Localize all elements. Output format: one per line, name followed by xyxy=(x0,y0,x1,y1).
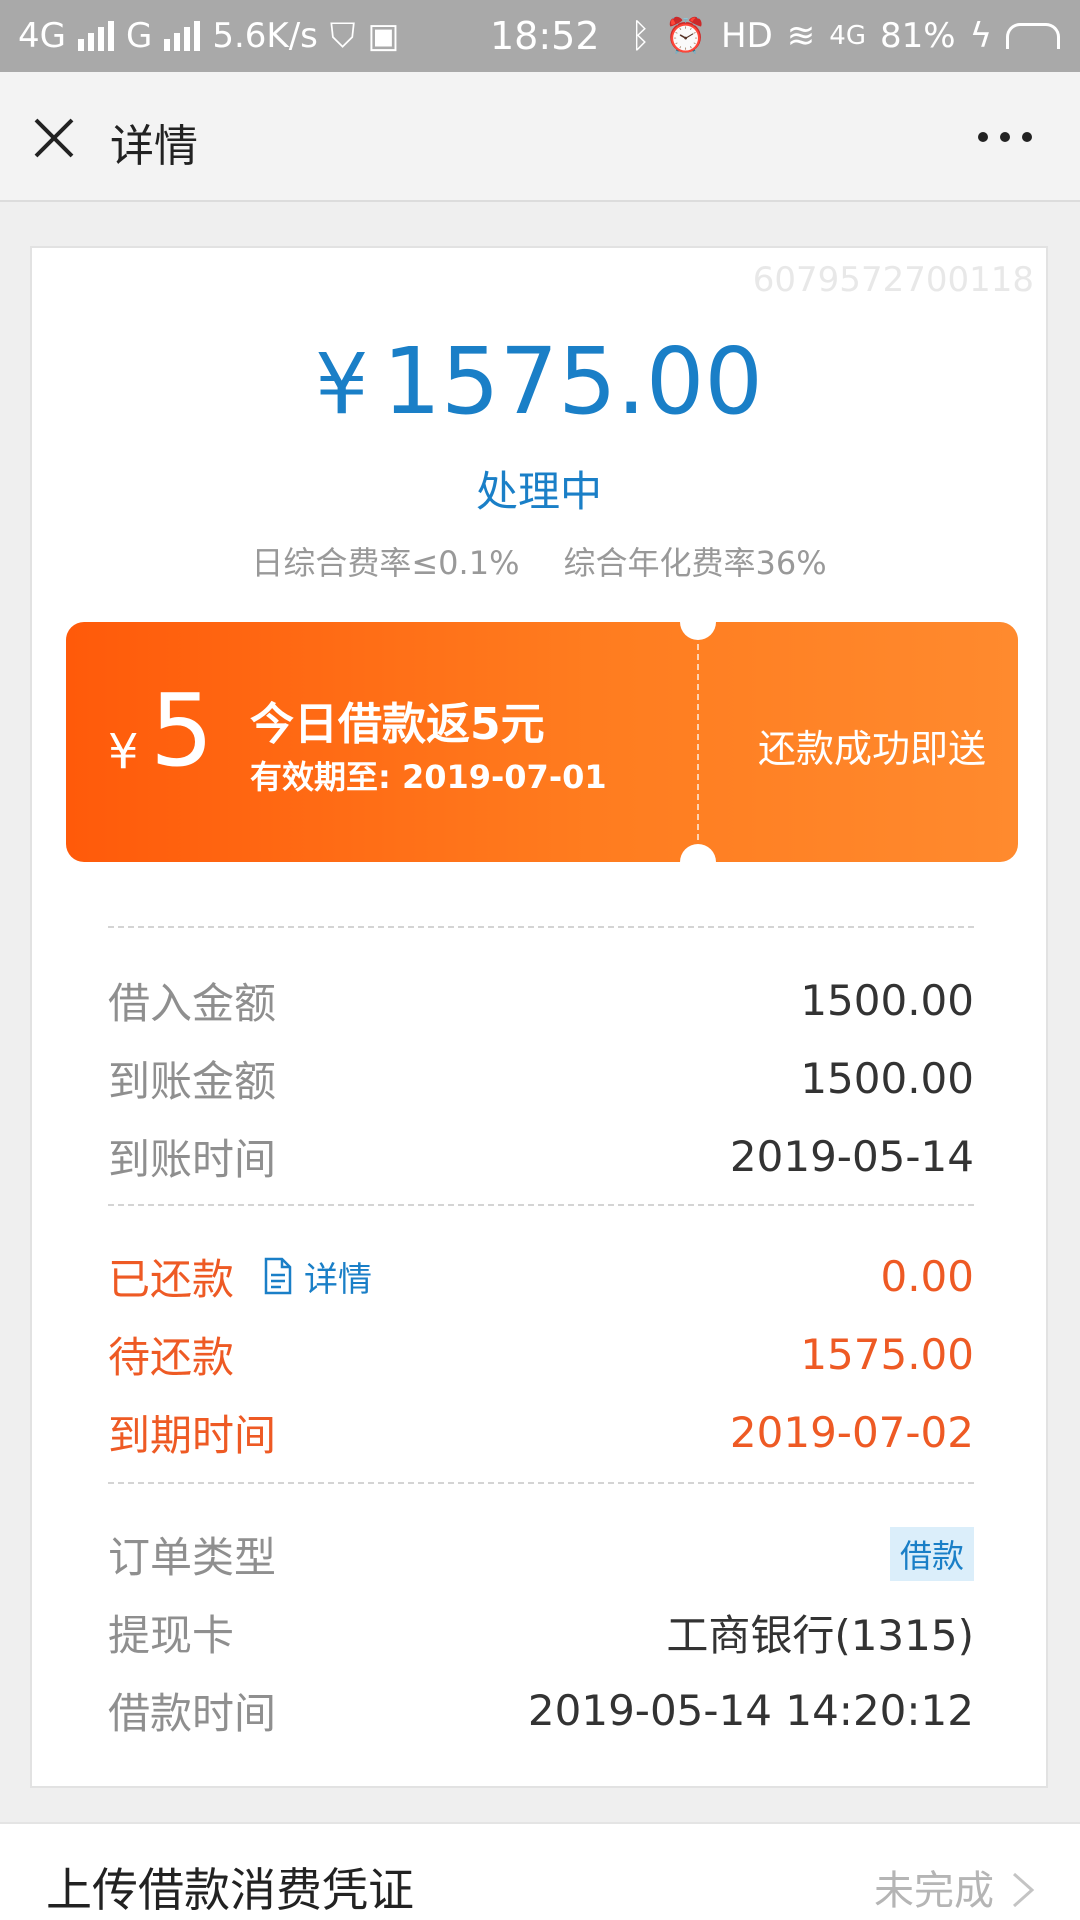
battery-level: 81% xyxy=(879,16,956,56)
daily-rate: 日综合费率≤0.1% xyxy=(251,544,520,582)
network-4g: 4G xyxy=(829,21,866,51)
row-label: 借入金额 xyxy=(108,978,277,1028)
row-value: 工商银行(1315) xyxy=(666,1610,974,1660)
repay-detail-link[interactable]: 详情 xyxy=(264,1252,372,1301)
document-icon xyxy=(264,1257,292,1295)
order-type-row: 订单类型 借款 xyxy=(108,1522,974,1586)
row-value: 2019-05-14 14:20:12 xyxy=(527,1685,974,1735)
order-type-tag: 借款 xyxy=(889,1527,974,1581)
row-value: 1500.00 xyxy=(800,975,974,1025)
loan-status: 处理中 xyxy=(475,467,602,516)
page-title: 详情 xyxy=(110,121,198,172)
row-label: 到期时间 xyxy=(108,1410,277,1460)
coupon-condition: 还款成功即送 xyxy=(757,727,986,771)
withdraw-card-row: 提现卡 工商银行(1315) xyxy=(108,1600,974,1664)
row-label: 到账金额 xyxy=(108,1056,277,1106)
bluetooth-icon: ᛒ xyxy=(630,16,651,56)
app-notification-icon: ▣ xyxy=(367,16,400,56)
row-label: 待还款 xyxy=(108,1332,235,1382)
fee-rates: 日综合费率≤0.1% 综合年化费率36% xyxy=(32,538,1046,584)
borrowed-amount-row: 借入金额 1500.00 xyxy=(108,968,974,1032)
row-value: 0.00 xyxy=(880,1251,974,1301)
row-label: 到账时间 xyxy=(108,1134,277,1184)
signal-icon xyxy=(77,21,114,51)
close-icon[interactable] xyxy=(30,114,78,162)
upload-voucher-title: 上传借款消费凭证 xyxy=(46,1863,414,1917)
row-value: 1500.00 xyxy=(800,1053,974,1103)
wifi-icon: ≋ xyxy=(786,16,816,56)
coupon-notch-top xyxy=(680,622,716,640)
row-1 xyxy=(108,772,974,836)
clock: 18:52 xyxy=(490,14,600,58)
total-amount: ¥1575.00 xyxy=(32,328,1046,435)
row-label: 已还款 xyxy=(108,1254,235,1304)
currency-symbol: ¥ xyxy=(315,335,369,433)
received-amount-row: 到账金额 1500.00 xyxy=(108,1046,974,1110)
repaid-label-group: 已还款 详情 xyxy=(108,1246,372,1307)
charging-icon: ϟ xyxy=(969,16,992,56)
signal-icon-2 xyxy=(164,21,201,51)
divider xyxy=(108,926,974,928)
received-time-row: 到账时间 2019-05-14 xyxy=(108,1124,974,1188)
detail-link-label: 详情 xyxy=(304,1259,373,1300)
row-label: 订单类型 xyxy=(108,1532,277,1582)
amount-value: 1575.00 xyxy=(382,328,763,435)
due-date-row: 到期时间 2019-07-02 xyxy=(108,1400,974,1464)
divider xyxy=(108,1482,974,1484)
coupon-title: 今日借款返5元 xyxy=(250,699,545,750)
hd-indicator: HD xyxy=(721,16,773,56)
coupon-notch-bottom xyxy=(680,844,716,862)
chevron-right-icon xyxy=(1013,1872,1035,1908)
divider xyxy=(108,1204,974,1206)
network-speed: 5.6K/s xyxy=(212,16,318,56)
network-type-2: G xyxy=(125,16,153,56)
repaid-row: 已还款 详情 0.00 xyxy=(108,1244,974,1308)
row-value: 2019-05-14 xyxy=(729,1131,974,1181)
upload-status: 未完成 xyxy=(874,1868,994,1914)
annual-rate: 综合年化费率36% xyxy=(563,544,827,582)
order-id: 6079572700118 xyxy=(752,260,1034,300)
network-type-1: 4G xyxy=(18,16,66,56)
loan-time-row: 借款时间 2019-05-14 14:20:12 xyxy=(108,1678,974,1742)
more-options-icon[interactable] xyxy=(978,132,1032,142)
loan-detail-card: 6079572700118 ¥1575.00 处理中 日综合费率≤0.1% 综合年… xyxy=(30,246,1048,1788)
row-value: 1575.00 xyxy=(800,1329,974,1379)
row-label: 借款时间 xyxy=(108,1688,277,1738)
status-bar: 4G G 5.6K/s ⛉ ▣ 18:52 ᛒ ⏰ HD ≋ 4G 81% ϟ xyxy=(0,0,1080,72)
row-value: 2019-07-02 xyxy=(729,1407,974,1457)
row-label: 提现卡 xyxy=(108,1610,235,1660)
shield-icon: ⛉ xyxy=(329,16,356,56)
alarm-icon: ⏰ xyxy=(664,16,708,56)
pending-row: 待还款 1575.00 xyxy=(108,1322,974,1386)
page-header: 详情 xyxy=(0,72,1080,202)
loading-arc-icon xyxy=(1006,23,1060,49)
upload-voucher-row[interactable]: 上传借款消费凭证 未完成 xyxy=(0,1822,1080,1920)
